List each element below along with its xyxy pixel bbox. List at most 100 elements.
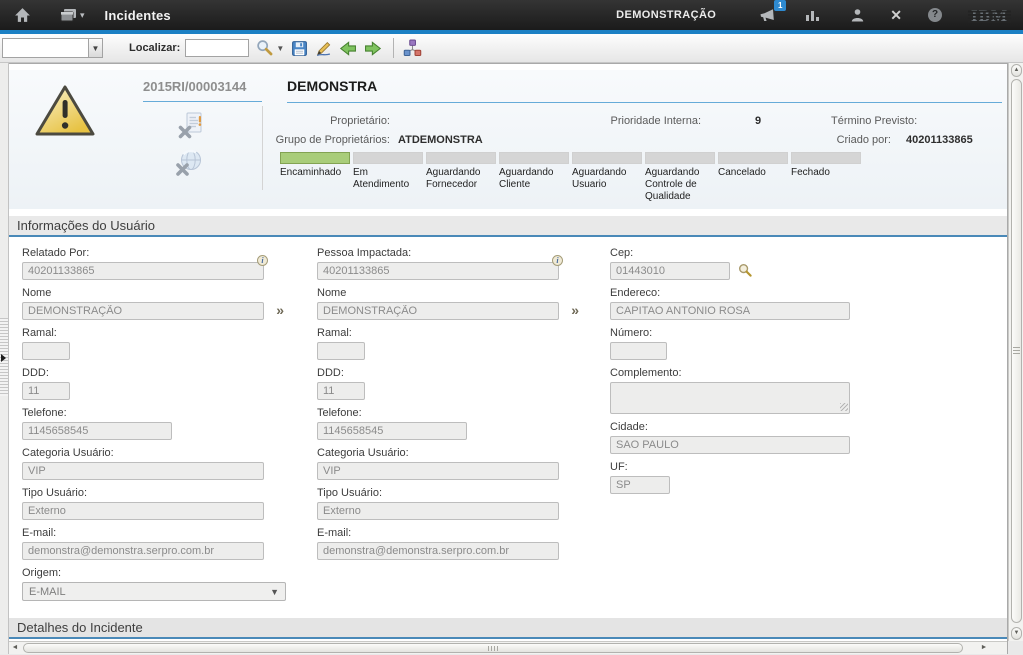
search-options-caret-icon[interactable]: ▼ <box>276 44 284 53</box>
status-step-box <box>718 152 788 164</box>
status-step-label: Cancelado <box>718 167 788 179</box>
scroll-down-icon[interactable]: ▼ <box>1011 627 1022 640</box>
ramal-input[interactable] <box>22 342 70 360</box>
profile-icon[interactable] <box>848 7 866 23</box>
status-step[interactable]: Fechado <box>791 152 861 202</box>
field-label: Tipo Usuário: <box>317 487 559 499</box>
detail-menu-icon[interactable]: » <box>571 303 578 318</box>
workflow-icon[interactable] <box>403 39 422 57</box>
field-numero: Número: <box>610 327 850 360</box>
next-record-icon[interactable] <box>364 40 382 57</box>
search-icon[interactable] <box>256 39 274 57</box>
save-icon[interactable] <box>291 40 308 57</box>
select-action-caret-icon[interactable]: ▼ <box>88 38 103 58</box>
announcements-icon[interactable]: 1 <box>758 6 778 24</box>
field-pessoa-impactada: Pessoa Impactada: i <box>317 247 559 280</box>
endereco-input[interactable] <box>610 302 850 320</box>
uf-input[interactable] <box>610 476 670 494</box>
info-icon[interactable]: i <box>257 255 268 266</box>
cidade-input[interactable] <box>610 436 850 454</box>
numero-input[interactable] <box>610 342 667 360</box>
scrollbar-grip <box>1013 347 1020 354</box>
field-origem: Origem: E-MAIL ▼ <box>22 567 286 601</box>
field-cidade: Cidade: <box>610 421 850 454</box>
status-step[interactable]: Aguardando Fornecedor <box>426 152 496 202</box>
resize-grip-icon[interactable] <box>840 403 848 411</box>
vertical-scrollbar-thumb[interactable] <box>1011 79 1022 623</box>
user-info-column-1: Relatado Por: i Nome » Ramal: DDD: Telef… <box>22 247 286 608</box>
help-icon[interactable]: ? <box>928 8 942 22</box>
categoria-input[interactable] <box>22 462 264 480</box>
previous-record-icon[interactable] <box>339 40 357 57</box>
toolbar: ▼ Localizar: ▼ <box>0 34 1023 63</box>
categoria-input[interactable] <box>317 462 559 480</box>
field-label: Ramal: <box>22 327 286 339</box>
status-step-label: Em Atendimento <box>353 167 423 191</box>
telefone-input[interactable] <box>317 422 467 440</box>
status-step-box <box>499 152 569 164</box>
nome-input[interactable] <box>317 302 559 320</box>
tipo-input[interactable] <box>22 502 264 520</box>
status-step[interactable]: Aguardando Controle de Qualidade <box>645 152 715 202</box>
find-input[interactable] <box>185 39 249 57</box>
horizontal-scrollbar-thumb[interactable] <box>23 643 963 653</box>
field-categoria-1: Categoria Usuário: <box>22 447 286 480</box>
reports-icon[interactable] <box>804 7 822 23</box>
relatado-por-input[interactable] <box>22 262 264 280</box>
complemento-textarea[interactable] <box>610 382 850 414</box>
splitter-expand-icon[interactable] <box>1 354 6 362</box>
select-action-input[interactable] <box>2 38 88 58</box>
scroll-left-icon[interactable]: ◄ <box>9 643 21 653</box>
origem-select[interactable]: E-MAIL ▼ <box>22 582 286 601</box>
detail-menu-icon[interactable]: » <box>276 303 283 318</box>
due-label: Término Previsto: <box>831 115 917 127</box>
status-step[interactable]: Encaminhado <box>280 152 350 202</box>
email-input[interactable] <box>317 542 559 560</box>
status-step[interactable]: Aguardando Usuario <box>572 152 642 202</box>
home-icon[interactable] <box>13 6 31 24</box>
status-step[interactable]: Em Atendimento <box>353 152 423 202</box>
chevron-down-icon: ▼ <box>270 587 279 597</box>
scroll-up-icon[interactable]: ▲ <box>1011 64 1022 77</box>
field-label: DDD: <box>317 367 559 379</box>
ddd-input[interactable] <box>317 382 365 400</box>
ddd-input[interactable] <box>22 382 70 400</box>
vertical-scrollbar[interactable]: ▲ ▼ <box>1008 63 1023 641</box>
status-step-label: Aguardando Controle de Qualidade <box>645 167 715 202</box>
field-label: Cep: <box>610 247 850 259</box>
cep-search-icon[interactable] <box>738 263 753 283</box>
ramal-input[interactable] <box>317 342 365 360</box>
goto-caret-icon[interactable]: ▾ <box>80 10 85 21</box>
horizontal-scrollbar[interactable]: ◄ ► <box>9 641 1007 654</box>
nome-input[interactable] <box>22 302 264 320</box>
goto-applications-icon[interactable] <box>59 6 77 24</box>
status-step[interactable]: Aguardando Cliente <box>499 152 569 202</box>
cep-input[interactable] <box>610 262 730 280</box>
splitter-handle[interactable] <box>0 318 8 396</box>
field-label: Nome <box>317 287 559 299</box>
pessoa-impactada-input[interactable] <box>317 262 559 280</box>
notification-badge: 1 <box>774 0 786 11</box>
field-label: Telefone: <box>317 407 559 419</box>
field-label: Endereco: <box>610 287 850 299</box>
user-info-column-2: Pessoa Impactada: i Nome » Ramal: DDD: T… <box>317 247 559 567</box>
info-icon[interactable]: i <box>552 255 563 266</box>
status-step-label: Aguardando Fornecedor <box>426 167 496 191</box>
email-input[interactable] <box>22 542 264 560</box>
field-ddd-1: DDD: <box>22 367 286 400</box>
user-name[interactable]: DEMONSTRAÇÃO <box>616 9 716 21</box>
linked-records-disabled-icon[interactable] <box>174 149 204 183</box>
field-complemento: Complemento: <box>610 367 850 414</box>
section-user-info-header[interactable]: Informações do Usuário <box>9 216 1007 237</box>
close-session-icon[interactable]: ✕ <box>890 7 902 23</box>
field-cep: Cep: <box>610 247 850 280</box>
status-step[interactable]: Cancelado <box>718 152 788 202</box>
clear-changes-icon[interactable] <box>315 40 332 57</box>
select-action-combobox[interactable]: ▼ <box>2 38 103 58</box>
section-incident-details-header[interactable]: Detalhes do Incidente <box>9 618 1007 639</box>
field-label: E-mail: <box>22 527 286 539</box>
telefone-input[interactable] <box>22 422 172 440</box>
tipo-input[interactable] <box>317 502 559 520</box>
status-step-box <box>791 152 861 164</box>
scroll-right-icon[interactable]: ► <box>978 643 990 653</box>
